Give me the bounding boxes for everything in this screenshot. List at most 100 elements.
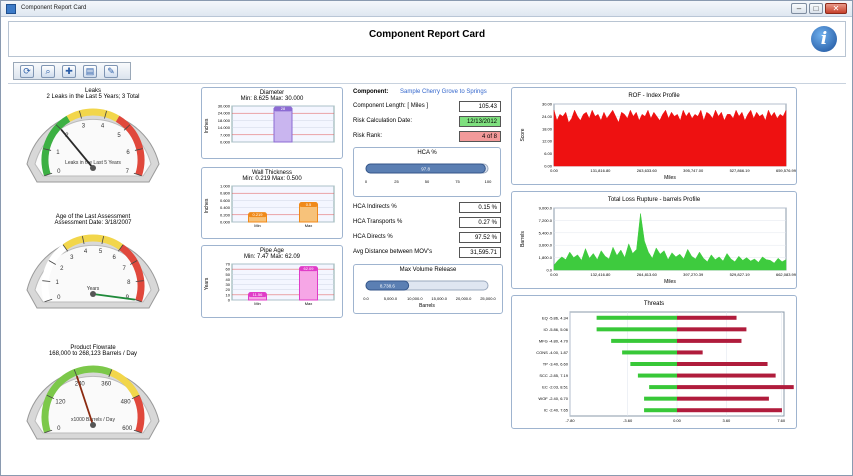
app-window: Component Report Card – □ ✕ Component Re… bbox=[0, 0, 853, 476]
component-row: Component: Sample Cherry Grove to Spring… bbox=[353, 89, 487, 95]
x-tick-label: 7.60 bbox=[777, 418, 786, 423]
chart-ylabel: Barrels bbox=[520, 231, 526, 247]
x-tick-label: -7.80 bbox=[565, 418, 575, 423]
threat-neg-bar bbox=[644, 408, 677, 413]
x-tick-label: 527,866.19 bbox=[730, 168, 751, 173]
field-label: HCA Indirects % bbox=[353, 204, 397, 210]
chart-title: ROF - Index Profile bbox=[628, 93, 680, 99]
bar-label: 11.56 bbox=[253, 292, 263, 297]
pipe-age-panel: Pipe Age Min: 7.47 Max: 62.09 Years 70 60 5… bbox=[201, 245, 343, 318]
threat-neg-bar bbox=[596, 315, 677, 320]
app-icon bbox=[6, 4, 16, 14]
threat-neg-bar bbox=[611, 338, 677, 343]
y-tick-label: 7.000 bbox=[220, 132, 231, 137]
x-tick-label: Max bbox=[305, 223, 313, 228]
tube-tick-label: 10,000.0 bbox=[407, 296, 423, 301]
maxvol-bar: 8,738.6 0.0 5,000.0 10,000.0 15,000.0 20,000.… bbox=[363, 280, 497, 309]
hca-directs-row: HCA Directs % 97.52 % bbox=[351, 232, 503, 243]
info-logo: i bbox=[811, 26, 837, 52]
chart-ylabel: Score bbox=[520, 128, 526, 141]
field-value: 0.15 % bbox=[459, 202, 501, 213]
loss-profile-chart: Total Loss Rupture - barrels Profile 9,00… bbox=[520, 197, 797, 285]
threat-label: TP -3.40, 6.60 bbox=[543, 362, 569, 367]
threat-pos-bar bbox=[677, 315, 737, 320]
tube-tick-label: 100 bbox=[485, 179, 492, 184]
threat-neg-bar bbox=[630, 362, 677, 366]
y-tick-label: 0.800 bbox=[220, 191, 231, 196]
y-tick-label: 9,000.0 bbox=[539, 206, 553, 211]
hca-bar: 97.8 0 25 50 75 100 bbox=[365, 163, 492, 184]
zoom-icon[interactable]: ⌕ bbox=[41, 65, 55, 78]
edit-icon[interactable]: ✎ bbox=[104, 65, 118, 78]
chart-xlabel: Miles bbox=[664, 175, 676, 181]
maximize-button[interactable]: □ bbox=[809, 3, 823, 14]
field-value: 105.43 bbox=[459, 101, 501, 112]
rof-profile-panel: ROF - Index Profile 30.00 24.00 18.00 12.00 6… bbox=[511, 87, 797, 185]
page-header: Component Report Card i bbox=[8, 21, 846, 57]
threat-label: SCC -2.85, 7.19 bbox=[539, 373, 568, 378]
x-tick-label: 132,416.80 bbox=[590, 272, 611, 277]
tube-tick-label: 20,000.0 bbox=[456, 296, 472, 301]
threats-panel: Threats -7.80 -3.60 0.00 3.60 7.60 EQ -5.86, 4… bbox=[511, 295, 797, 429]
y-tick-label: 0.400 bbox=[220, 205, 231, 210]
x-tick-label: Min bbox=[254, 301, 260, 306]
y-tick-label: 12.00 bbox=[542, 139, 553, 144]
threat-pos-bar bbox=[677, 408, 782, 413]
bar-label: 0.219 bbox=[252, 212, 263, 217]
tube-tick-label: 75 bbox=[455, 179, 460, 184]
rof-profile-chart: ROF - Index Profile 30.00 24.00 18.00 12.00 6… bbox=[520, 93, 797, 181]
gauge-tick-label: 360 bbox=[101, 382, 112, 388]
field-value: 31,595.71 bbox=[459, 247, 501, 258]
y-tick-label: 24.000 bbox=[218, 111, 231, 116]
x-tick-label: 0.00 bbox=[673, 418, 682, 423]
tube-tick-label: 25,000.0 bbox=[480, 296, 496, 301]
minimize-button[interactable]: – bbox=[791, 3, 807, 14]
threat-neg-bar bbox=[637, 373, 677, 378]
pipeage-chart: Years70605040302010011.56Min62.09Max bbox=[204, 262, 335, 306]
x-tick-label: 3.60 bbox=[722, 418, 731, 423]
y-tick-label: 0.200 bbox=[220, 212, 231, 217]
field-value: 0.27 % bbox=[459, 217, 501, 228]
chart-xlabel: Miles bbox=[664, 279, 676, 285]
title-bar: Component Report Card – □ ✕ bbox=[1, 1, 852, 17]
hca-indirects-row: HCA Indirects % 0.15 % bbox=[351, 202, 503, 213]
toolbar: ⟳ ⌕ ✚ ▤ ✎ bbox=[13, 62, 131, 80]
y-tick-label: 0.000 bbox=[220, 140, 231, 145]
y-tick-label: 30.00 bbox=[542, 102, 553, 107]
notes-icon[interactable]: ▤ bbox=[83, 65, 97, 78]
gauge-tick-label: 480 bbox=[121, 400, 132, 406]
gauge-hub bbox=[90, 422, 96, 428]
tube-tick-label: 0 bbox=[365, 179, 368, 184]
add-icon[interactable]: ✚ bbox=[62, 65, 76, 78]
x-tick-label: Max bbox=[305, 301, 313, 306]
field-label: Component Length: [ Miles ] bbox=[353, 103, 429, 109]
page-title: Component Report Card bbox=[368, 29, 486, 40]
threat-neg-bar bbox=[649, 385, 677, 390]
threat-label: MFG -4.80, 4.70 bbox=[539, 338, 569, 343]
hca-panel: HCA % 97.8 0 25 50 75 100 bbox=[353, 147, 501, 197]
field-label: Risk Calculation Date: bbox=[353, 118, 413, 124]
refresh-icon[interactable]: ⟳ bbox=[20, 65, 34, 78]
risk-date-row: Risk Calculation Date: 12/13/2012 bbox=[351, 116, 503, 127]
field-value: 12/13/2012 bbox=[459, 116, 501, 127]
y-tick-label: 6.00 bbox=[544, 151, 553, 156]
tube-value-label: 97.8 bbox=[421, 167, 430, 172]
x-tick-label: 263,633.60 bbox=[637, 168, 658, 173]
threat-label: WOF -2.40, 6.70 bbox=[538, 396, 568, 401]
y-tick-label: 14.000 bbox=[218, 125, 231, 130]
leaks-gauge-block: Leaks 2 Leaks in the Last 5 Years; 3 Tot… bbox=[19, 88, 167, 187]
y-tick-label: 0.600 bbox=[220, 198, 231, 203]
component-length-row: Component Length: [ Miles ] 105.43 bbox=[351, 101, 503, 112]
max-volume-panel: Max Volume Release 8,738.6 0.0 5,000.0 10,0… bbox=[353, 264, 503, 314]
close-button[interactable]: ✕ bbox=[825, 3, 847, 14]
x-tick-label: -3.60 bbox=[623, 418, 633, 423]
y-tick-label: 30.000 bbox=[218, 104, 231, 109]
x-tick-label: 659,576.99 bbox=[776, 168, 796, 173]
tube-tick-label: 5,000.0 bbox=[384, 296, 398, 301]
chart-title: Total Loss Rupture - barrels Profile bbox=[608, 197, 701, 203]
chart-title: Threats bbox=[644, 301, 664, 307]
field-label: HCA Transports % bbox=[353, 219, 403, 225]
age-gauge-block: Age of the Last Assessment Assessment Da… bbox=[19, 214, 167, 313]
x-tick-label: 397,270.39 bbox=[683, 272, 704, 277]
wall-thickness-panel: Wall Thickness Min: 0.219 Max: 0.500 Inc… bbox=[201, 167, 343, 239]
